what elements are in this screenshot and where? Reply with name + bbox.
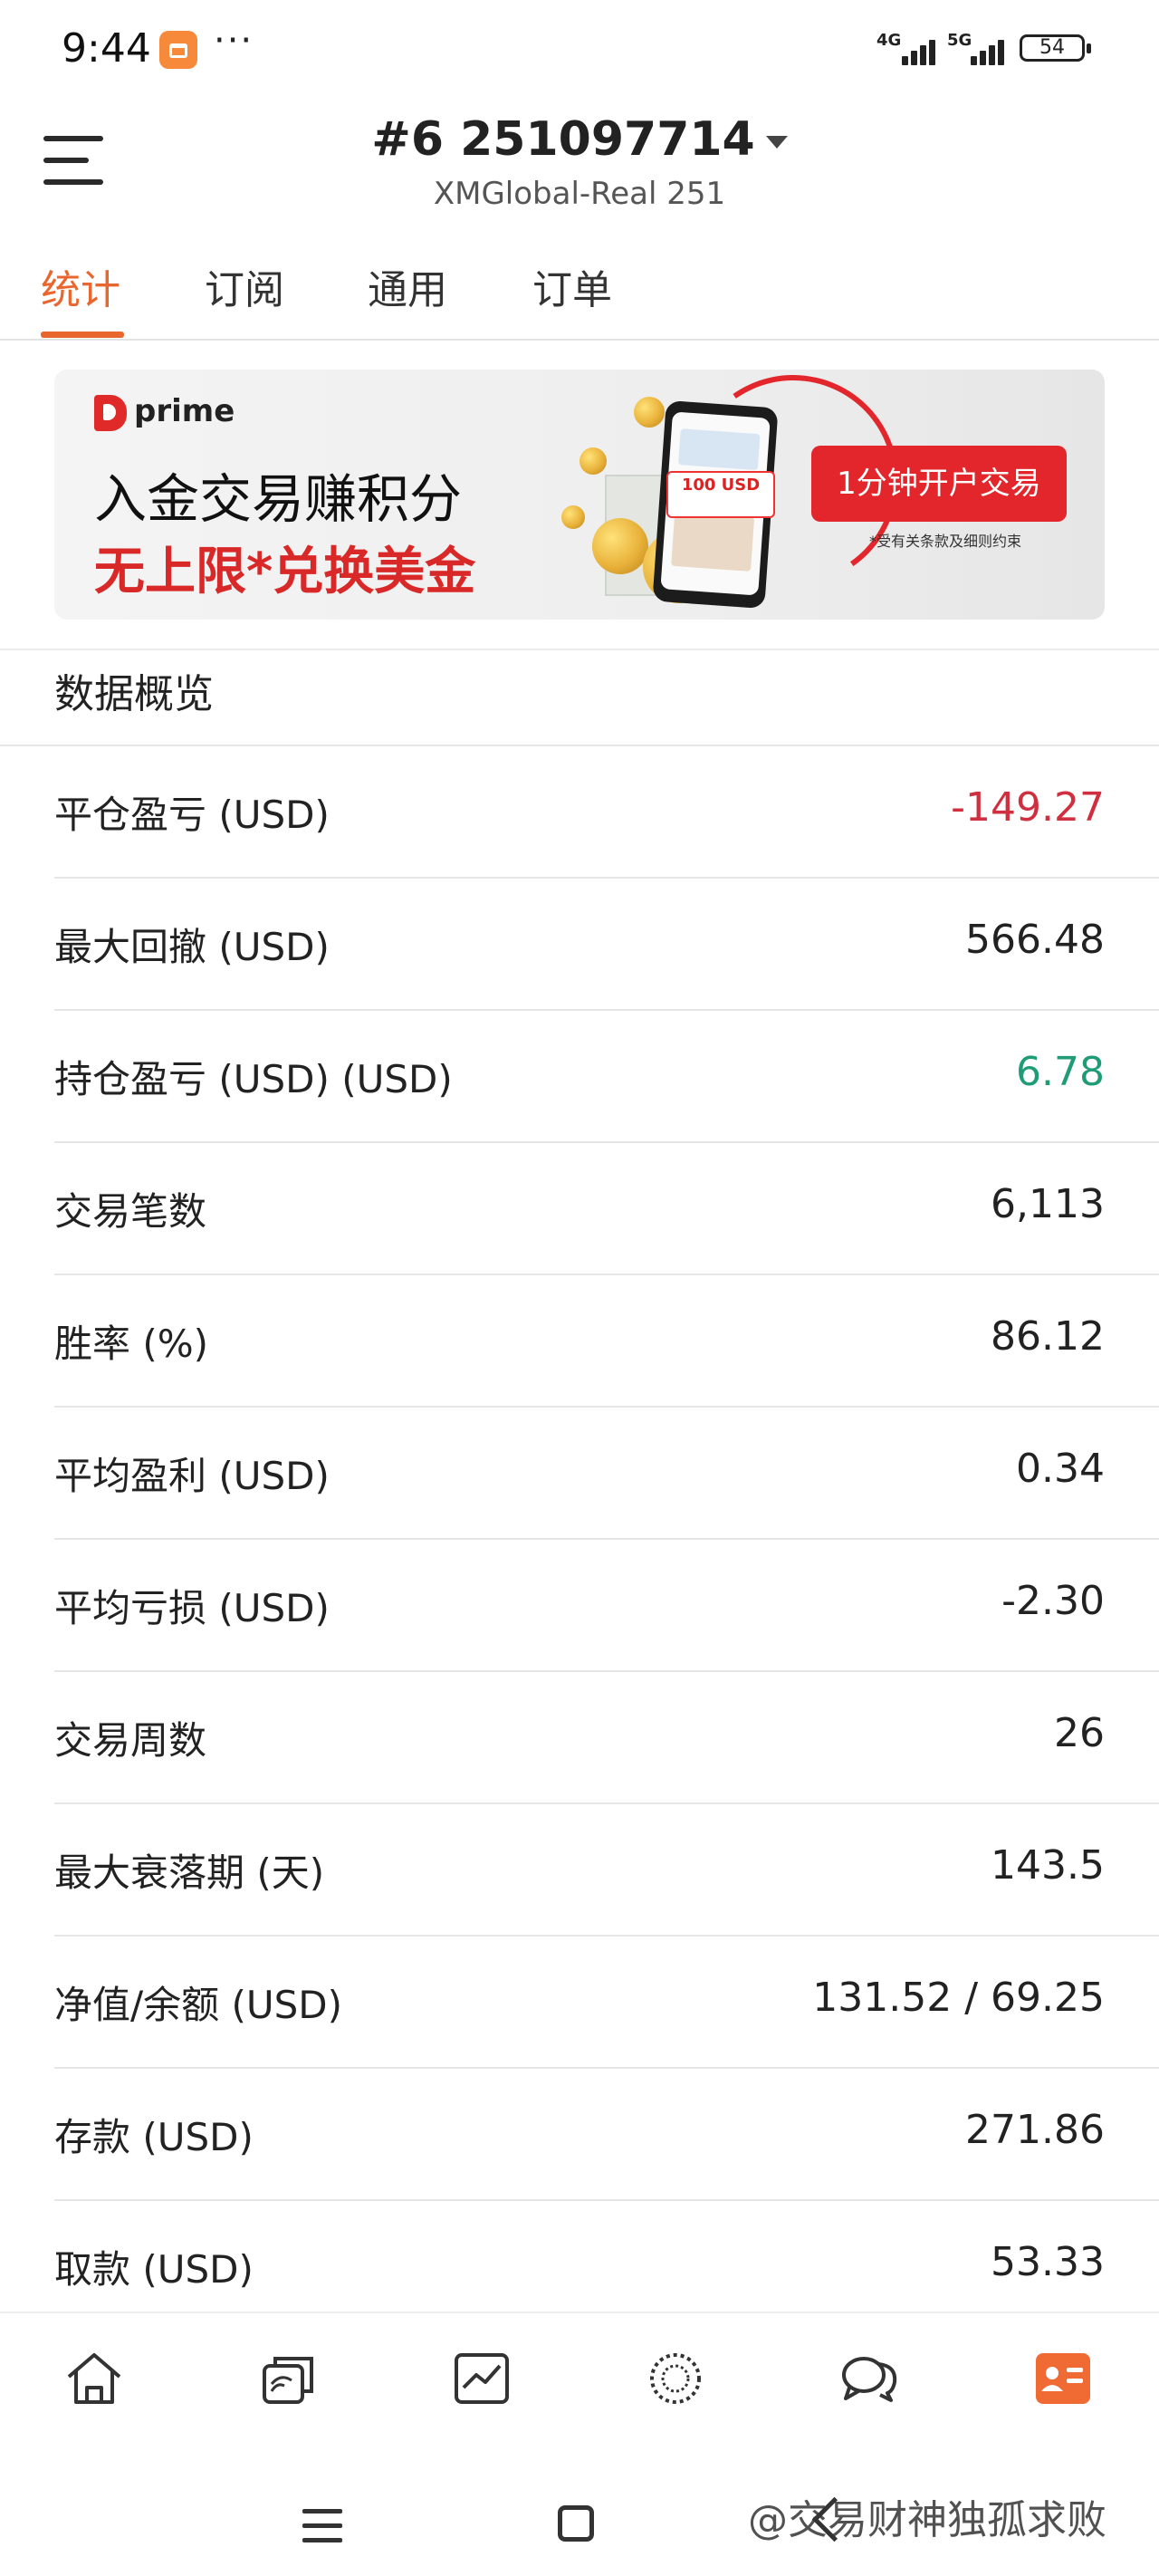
chat-icon[interactable] — [837, 2346, 902, 2411]
coin-icon — [634, 397, 665, 428]
tab-subscriptions[interactable]: 订阅 — [205, 257, 284, 315]
shopping-app-icon — [159, 31, 197, 69]
signal-icon-2 — [971, 34, 1014, 65]
stat-label: 存款 (USD) — [54, 2115, 254, 2159]
stat-label: 胜率 (%) — [54, 1322, 209, 1366]
stat-value: 566.48 — [965, 917, 1105, 963]
stat-row-avg-profit: 平均盈利 (USD) 0.34 — [54, 1408, 1159, 1540]
stat-row-trading-weeks: 交易周数 26 — [54, 1672, 1159, 1804]
network-5g-label: 5G — [947, 31, 972, 50]
stat-label: 平仓盈亏 (USD) — [54, 793, 330, 837]
stat-label: 净值/余额 (USD) — [54, 1983, 343, 2027]
stat-row-deposits: 存款 (USD) 271.86 — [54, 2069, 1159, 2201]
prime-logo-icon — [94, 394, 127, 431]
stat-row-trade-count: 交易笔数 6,113 — [54, 1143, 1159, 1275]
account-title: #6 251097714 — [371, 112, 755, 167]
stat-label: 平均盈利 (USD) — [54, 1454, 330, 1498]
chart-icon[interactable] — [449, 2346, 514, 2411]
banner-headline: 入金交易赚积分 — [94, 468, 463, 530]
stats-list: 平仓盈亏 (USD) -149.27 最大回撤 (USD) 566.48 持仓盈… — [0, 746, 1159, 2333]
stat-value: 6,113 — [991, 1181, 1105, 1227]
section-title: 数据概览 — [54, 671, 214, 717]
stat-row-floating-pnl: 持仓盈亏 (USD) (USD) 6.78 — [54, 1011, 1159, 1143]
tab-orders[interactable]: 订单 — [532, 257, 612, 315]
stat-value: 53.33 — [991, 2239, 1105, 2285]
terms-note: *受有关条款及细则约束 — [869, 533, 1022, 550]
stat-row-avg-loss: 平均亏损 (USD) -2.30 — [54, 1540, 1159, 1672]
recent-apps-button[interactable] — [302, 2509, 342, 2545]
stat-row-max-drawdown: 最大回撤 (USD) 566.48 — [54, 879, 1159, 1011]
tab-general[interactable]: 通用 — [368, 257, 447, 315]
status-time: 9:44 — [62, 25, 151, 72]
promo-banner[interactable]: prime 入金交易赚积分 无上限*兑换美金 100 USD 1分钟开户交易 *… — [54, 370, 1105, 620]
stat-value: 0.34 — [1016, 1446, 1105, 1492]
stat-label: 交易笔数 — [54, 1189, 207, 1234]
prime-logo: prime — [94, 393, 235, 431]
bottom-nav — [0, 2312, 1159, 2431]
coin-icon — [561, 505, 585, 529]
more-notifications-icon: ··· — [214, 20, 254, 62]
stat-value: 6.78 — [1016, 1049, 1105, 1095]
copy-trade-icon[interactable] — [257, 2346, 322, 2411]
dropdown-caret-icon — [765, 136, 788, 149]
home-button[interactable] — [558, 2505, 594, 2542]
status-bar: 9:44 ··· 4G 5G 54 — [0, 0, 1159, 100]
server-name: XMGlobal-Real 251 — [433, 176, 726, 212]
coin-icon — [580, 447, 607, 475]
stat-value: 143.5 — [991, 1842, 1105, 1889]
tab-statistics[interactable]: 统计 — [41, 257, 120, 315]
stat-value: 86.12 — [991, 1313, 1105, 1360]
stat-value: 131.52 / 69.25 — [812, 1975, 1105, 2021]
open-account-button[interactable]: 1分钟开户交易 — [811, 446, 1067, 522]
banner-subheadline: 无上限*兑换美金 — [94, 543, 476, 601]
network-4g-label: 4G — [876, 31, 902, 50]
signal-icon — [902, 34, 945, 65]
coin-icon — [592, 518, 648, 574]
stat-label: 交易周数 — [54, 1718, 207, 1763]
stat-label: 最大衰落期 (天) — [54, 1850, 325, 1895]
stat-value: -149.27 — [951, 784, 1105, 831]
stat-row-win-rate: 胜率 (%) 86.12 — [54, 1275, 1159, 1408]
reward-tag: 100 USD — [666, 471, 775, 518]
profile-card-icon[interactable] — [1030, 2346, 1096, 2411]
home-icon[interactable] — [62, 2346, 127, 2411]
stat-row-closed-pnl: 平仓盈亏 (USD) -149.27 — [54, 746, 1159, 879]
stat-label: 持仓盈亏 (USD) (USD) — [54, 1057, 453, 1101]
stat-label: 平均亏损 (USD) — [54, 1586, 330, 1630]
stat-value: -2.30 — [1001, 1578, 1105, 1624]
community-icon[interactable] — [643, 2346, 708, 2411]
watermark: @交易财神独孤求败 — [748, 2497, 1106, 2543]
active-tab-indicator — [41, 332, 124, 338]
stat-row-max-decline-period: 最大衰落期 (天) 143.5 — [54, 1804, 1159, 1937]
section-divider — [0, 649, 1159, 650]
stat-value: 26 — [1054, 1710, 1105, 1756]
stat-label: 最大回撤 (USD) — [54, 925, 330, 969]
stat-row-equity-balance: 净值/余额 (USD) 131.52 / 69.25 — [54, 1937, 1159, 2069]
stat-value: 271.86 — [965, 2107, 1105, 2153]
account-selector[interactable]: #6 251097714 — [0, 112, 1159, 167]
stat-label: 取款 (USD) — [54, 2247, 254, 2292]
tab-bar: 统计 订阅 通用 订单 — [0, 245, 1159, 341]
battery-icon: 54 — [1020, 34, 1091, 62]
